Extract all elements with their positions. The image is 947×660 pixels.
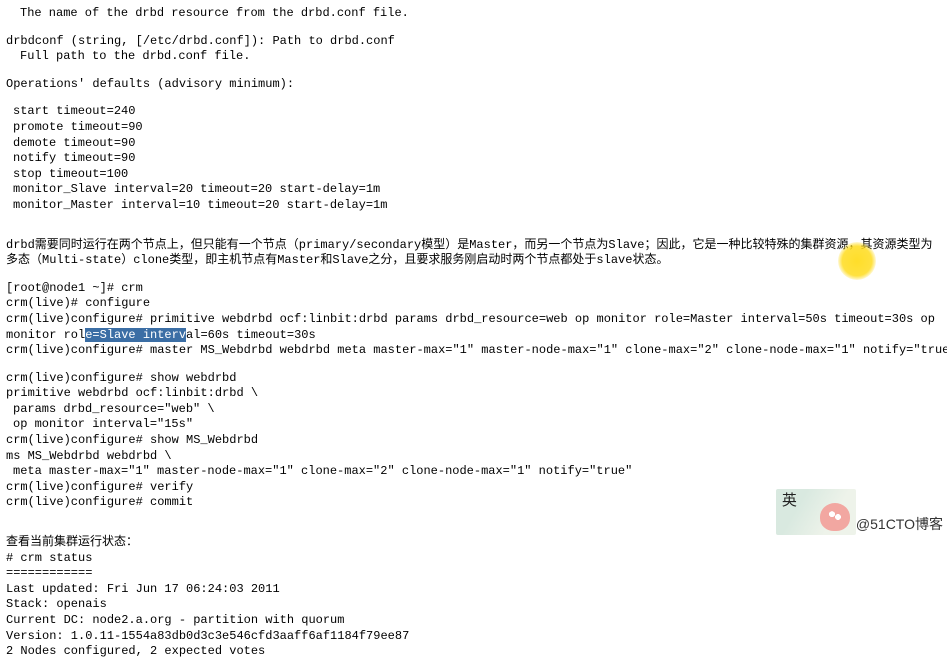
text-line: monitor_Master interval=10 timeout=20 st… bbox=[6, 198, 941, 214]
terminal-line: params drbd_resource="web" \ bbox=[6, 402, 941, 418]
watermark-image bbox=[776, 489, 856, 535]
text-line: The name of the drbd resource from the d… bbox=[6, 6, 941, 22]
text-line: monitor_Slave interval=20 timeout=20 sta… bbox=[6, 182, 941, 198]
text-selection: e=Slave interv bbox=[85, 328, 186, 342]
terminal-line: crm(live)configure# show webdrbd bbox=[6, 371, 941, 387]
terminal-line: crm(live)configure# master MS_Webdrbd we… bbox=[6, 343, 941, 359]
terminal-line: Stack: openais bbox=[6, 597, 941, 613]
text-line: demote timeout=90 bbox=[6, 136, 941, 152]
terminal-line: crm(live)# configure bbox=[6, 296, 941, 312]
terminal-line: crm(live)configure# show MS_Webdrbd bbox=[6, 433, 941, 449]
terminal-line: ms MS_Webdrbd webdrbd \ bbox=[6, 449, 941, 465]
text-line: start timeout=240 bbox=[6, 104, 941, 120]
text-line: stop timeout=100 bbox=[6, 167, 941, 183]
blank-line bbox=[6, 214, 941, 226]
terminal-line: meta master-max="1" master-node-max="1" … bbox=[6, 464, 941, 480]
text-line: Operations' defaults (advisory minimum): bbox=[6, 77, 941, 93]
text-line: drbdconf (string, [/etc/drbd.conf]): Pat… bbox=[6, 34, 941, 50]
blank-line bbox=[6, 22, 941, 34]
watermark-text: @51CTO博客 bbox=[852, 513, 947, 535]
blank-line bbox=[6, 226, 941, 238]
text-line: 查看当前集群运行状态： bbox=[6, 535, 941, 551]
terminal-line: # crm status bbox=[6, 551, 941, 567]
terminal-line: Last updated: Fri Jun 17 06:24:03 2011 bbox=[6, 582, 941, 598]
text-line: Full path to the drbd.conf file. bbox=[6, 49, 941, 65]
terminal-line: Current DC: node2.a.org - partition with… bbox=[6, 613, 941, 629]
terminal-line: crm(live)configure# primitive webdrbd oc… bbox=[6, 312, 941, 343]
blank-line bbox=[6, 269, 941, 281]
terminal-line: ============ bbox=[6, 566, 941, 582]
blank-line bbox=[6, 65, 941, 77]
terminal-line: 2 Nodes configured, 2 expected votes bbox=[6, 644, 941, 660]
text-line: notify timeout=90 bbox=[6, 151, 941, 167]
watermark: @51CTO博客 bbox=[776, 489, 947, 535]
terminal-line: [root@node1 ~]# crm bbox=[6, 281, 941, 297]
blank-line bbox=[6, 359, 941, 371]
terminal-line: op monitor interval="15s" bbox=[6, 417, 941, 433]
text-line: promote timeout=90 bbox=[6, 120, 941, 136]
blank-line bbox=[6, 92, 941, 104]
text-segment: al=60s timeout=30s bbox=[186, 328, 316, 342]
text-paragraph: drbd需要同时运行在两个节点上，但只能有一个节点（primary/second… bbox=[6, 238, 941, 269]
terminal-line: Version: 1.0.11-1554a83db0d3c3e546cfd3aa… bbox=[6, 629, 941, 645]
terminal-line: primitive webdrbd ocf:linbit:drbd \ bbox=[6, 386, 941, 402]
